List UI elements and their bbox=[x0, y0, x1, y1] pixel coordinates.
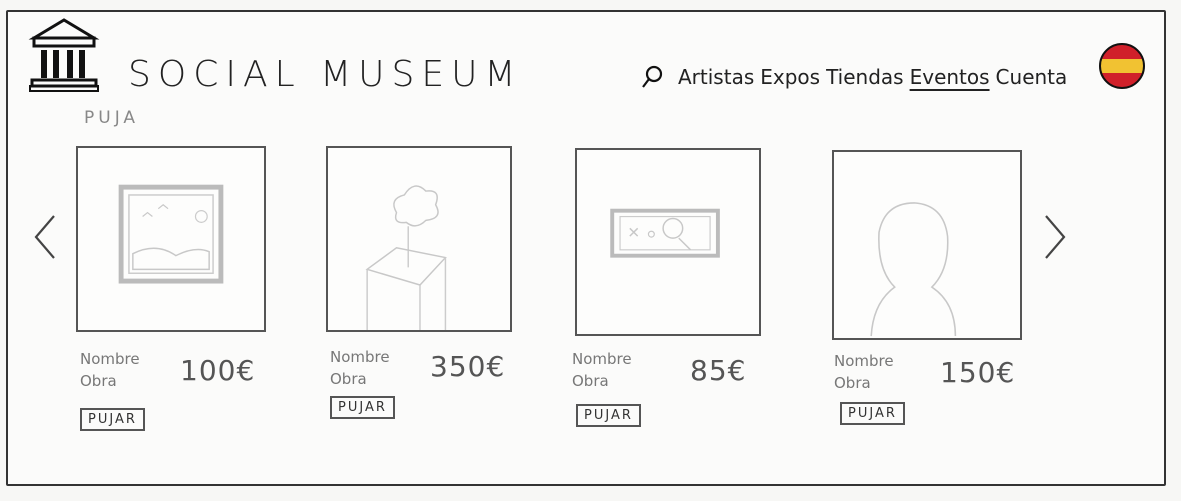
artwork-name: Nombre Obra bbox=[330, 348, 390, 388]
framed-abstract-icon bbox=[610, 208, 720, 258]
artwork-image-frame[interactable] bbox=[76, 146, 266, 332]
artwork-price: 100€ bbox=[180, 354, 256, 387]
artwork-price: 85€ bbox=[690, 354, 747, 387]
nav-cuenta[interactable]: Cuenta bbox=[996, 65, 1068, 89]
museum-logo-icon[interactable] bbox=[28, 16, 100, 92]
framed-landscape-icon bbox=[118, 184, 224, 284]
nav-eventos[interactable]: Eventos bbox=[910, 65, 990, 89]
bust-silhouette-icon bbox=[870, 202, 957, 337]
artwork-name: Nombre Obra bbox=[834, 352, 894, 392]
nav-tiendas[interactable]: Tiendas bbox=[826, 65, 904, 89]
artwork-image-frame[interactable] bbox=[575, 148, 761, 336]
spain-flag-icon[interactable] bbox=[1098, 42, 1146, 90]
search-icon[interactable] bbox=[640, 64, 664, 90]
artwork-price: 150€ bbox=[940, 356, 1016, 389]
bid-button[interactable]: PUJAR bbox=[840, 402, 905, 425]
main-nav: Artistas Expos Tiendas Eventos Cuenta bbox=[640, 64, 1067, 90]
site-title[interactable]: SOCIAL MUSEUM bbox=[128, 54, 523, 95]
bid-button[interactable]: PUJAR bbox=[576, 404, 641, 427]
sculpture-icon bbox=[365, 185, 447, 330]
artwork-image-frame[interactable] bbox=[832, 150, 1022, 340]
chevron-right-icon[interactable] bbox=[1042, 212, 1068, 262]
artwork-image-frame[interactable] bbox=[326, 146, 512, 332]
chevron-left-icon[interactable] bbox=[32, 212, 58, 262]
bid-button[interactable]: PUJAR bbox=[80, 408, 145, 431]
nav-artistas[interactable]: Artistas bbox=[678, 65, 754, 89]
section-label-puja: PUJA bbox=[84, 108, 140, 128]
artwork-name: Nombre Obra bbox=[80, 350, 140, 390]
artwork-name: Nombre Obra bbox=[572, 350, 632, 390]
bid-button[interactable]: PUJAR bbox=[330, 396, 395, 419]
nav-expos[interactable]: Expos bbox=[760, 65, 820, 89]
artwork-price: 350€ bbox=[430, 350, 506, 383]
